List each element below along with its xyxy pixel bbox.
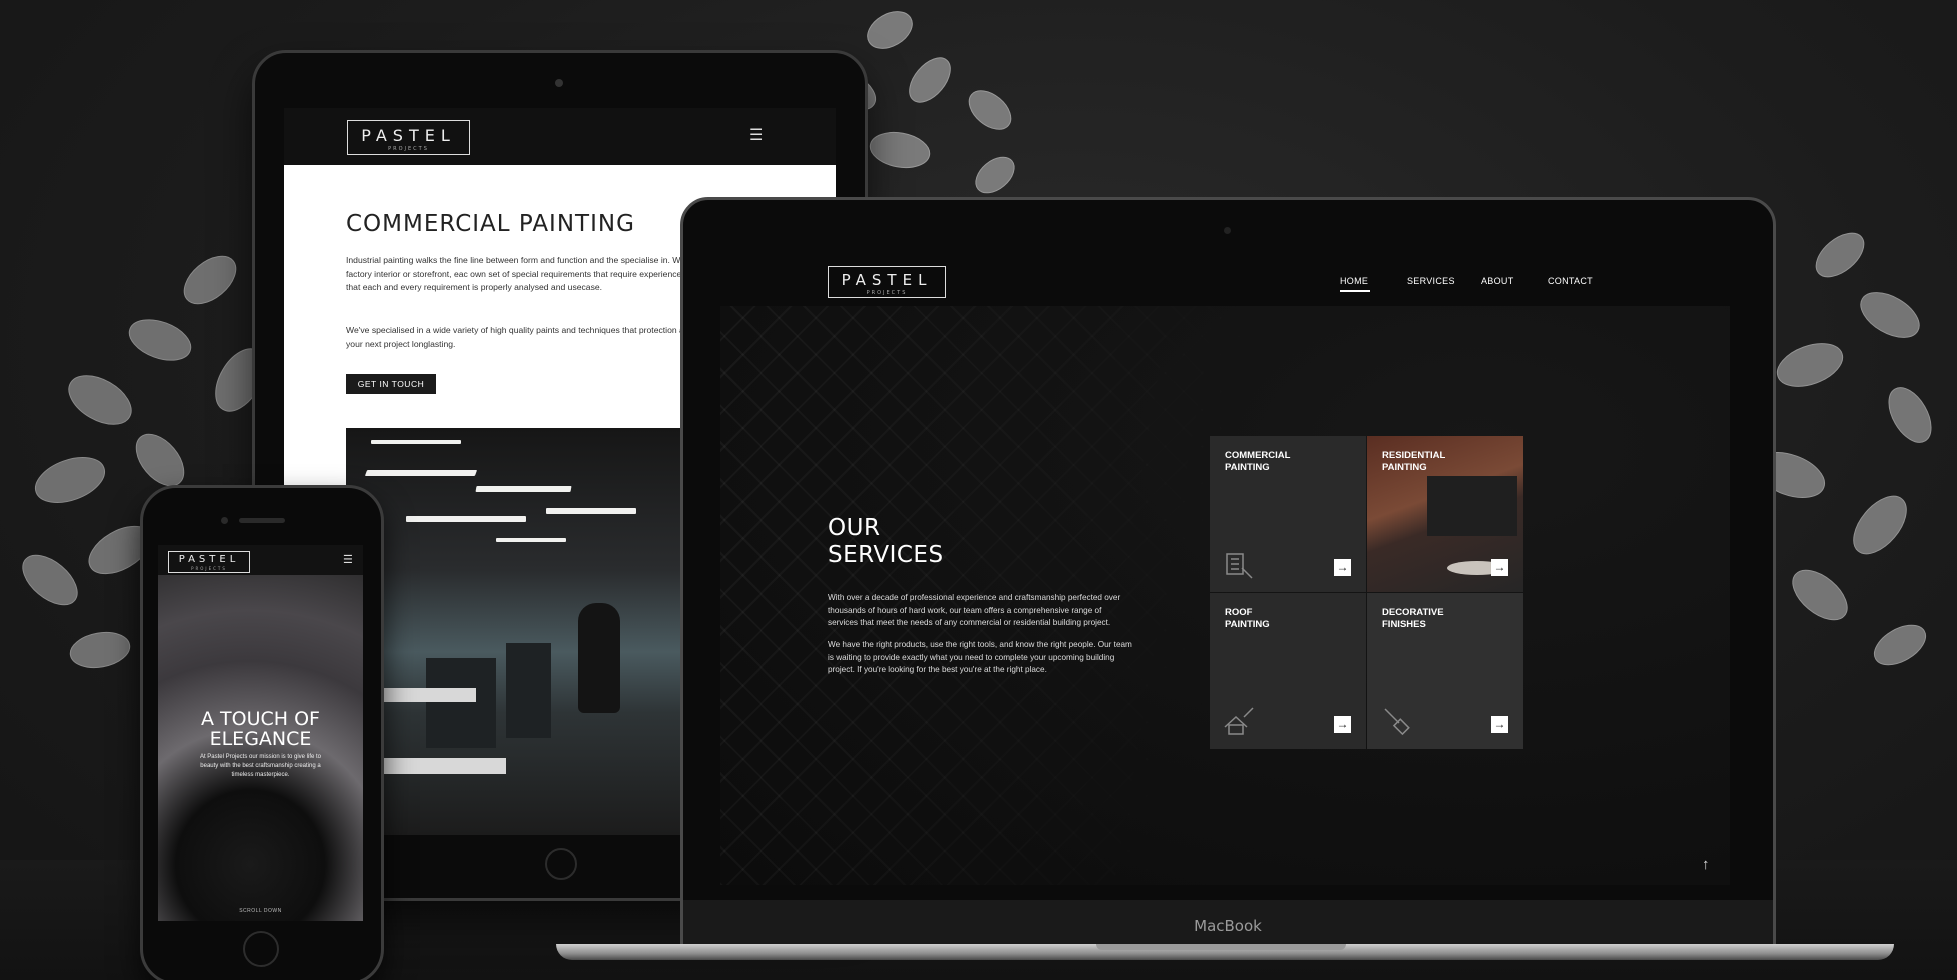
phone-logo[interactable]: PASTEL PROJECTS bbox=[168, 551, 250, 573]
phone-speaker bbox=[239, 518, 285, 523]
brush-icon bbox=[1384, 708, 1410, 736]
tile-residential-painting[interactable]: RESIDENTIAL PAINTING → bbox=[1367, 436, 1523, 592]
ceiling-light bbox=[475, 486, 572, 492]
laptop-brand-label: MacBook bbox=[1194, 917, 1262, 935]
services-heading: OUR SERVICES bbox=[828, 515, 944, 569]
tablet-logo-text: PASTEL bbox=[361, 126, 456, 145]
ceiling-light bbox=[546, 508, 636, 514]
laptop-notch bbox=[1096, 944, 1346, 950]
scroll-down-link[interactable]: SCROLL DOWN bbox=[158, 908, 363, 914]
laptop-logo[interactable]: PASTEL PROJECTS bbox=[828, 266, 946, 298]
ceiling-light bbox=[496, 538, 566, 542]
phone-screen: PASTEL PROJECTS ☰ A TOUCH OF ELEGANCE At… bbox=[158, 545, 363, 921]
nav-services[interactable]: SERVICES bbox=[1407, 276, 1455, 286]
get-in-touch-button[interactable]: GET IN TOUCH bbox=[346, 374, 436, 394]
services-paragraph-2: We have the right products, use the righ… bbox=[828, 640, 1132, 674]
tablet-home-button[interactable] bbox=[545, 848, 577, 880]
tablet-camera bbox=[555, 79, 563, 87]
services-heading-line2: SERVICES bbox=[828, 542, 944, 568]
office-partition bbox=[506, 643, 551, 738]
device-mockup-scene: PASTEL PROJECTS ☰ COMMERCIAL PAINTING In… bbox=[0, 0, 1957, 980]
nav-contact[interactable]: CONTACT bbox=[1548, 276, 1593, 286]
tablet-logo-subtext: PROJECTS bbox=[388, 146, 429, 152]
laptop-camera bbox=[1224, 227, 1231, 234]
services-heading-line1: OUR bbox=[828, 515, 881, 541]
services-paragraph-1: With over a decade of professional exper… bbox=[828, 593, 1121, 627]
roof-brush-icon bbox=[1224, 707, 1254, 735]
tablet-header: PASTEL PROJECTS ☰ bbox=[284, 108, 836, 165]
tablet-logo[interactable]: PASTEL PROJECTS bbox=[347, 120, 470, 155]
ceiling-light bbox=[364, 470, 478, 476]
laptop-logo-subtext: PROJECTS bbox=[866, 290, 908, 296]
ceiling-light bbox=[406, 516, 526, 522]
phone-header: PASTEL PROJECTS ☰ bbox=[158, 545, 363, 575]
laptop-screen: PASTEL PROJECTS HOME SERVICES ABOUT CONT… bbox=[720, 256, 1730, 885]
tile-label: COMMERCIAL PAINTING bbox=[1225, 450, 1291, 473]
hamburger-icon[interactable]: ☰ bbox=[749, 128, 763, 144]
phone-camera bbox=[221, 517, 228, 524]
laptop-base bbox=[556, 944, 1894, 960]
arrow-right-icon[interactable]: → bbox=[1491, 559, 1508, 576]
tile-decorative-finishes[interactable]: DECORATIVE FINISHES → bbox=[1367, 593, 1523, 749]
walking-person bbox=[578, 603, 620, 713]
tile-roof-painting[interactable]: ROOF PAINTING → bbox=[1210, 593, 1366, 749]
tile-commercial-painting[interactable]: COMMERCIAL PAINTING → bbox=[1210, 436, 1366, 592]
tile-label: ROOF PAINTING bbox=[1225, 607, 1270, 630]
laptop-header: PASTEL PROJECTS HOME SERVICES ABOUT CONT… bbox=[720, 256, 1730, 306]
arrow-right-icon[interactable]: → bbox=[1491, 716, 1508, 733]
phone-device: PASTEL PROJECTS ☰ A TOUCH OF ELEGANCE At… bbox=[140, 485, 384, 980]
building-icon bbox=[1226, 553, 1253, 579]
phone-logo-subtext: PROJECTS bbox=[191, 566, 227, 571]
nav-about[interactable]: ABOUT bbox=[1481, 276, 1514, 286]
kitchen-cabinets-photo bbox=[1427, 476, 1517, 536]
hamburger-icon[interactable]: ☰ bbox=[343, 555, 353, 566]
ceiling-light bbox=[371, 440, 461, 444]
laptop-logo-text: PASTEL bbox=[841, 271, 933, 289]
laptop-device: PASTEL PROJECTS HOME SERVICES ABOUT CONT… bbox=[680, 197, 1776, 950]
office-partition bbox=[426, 658, 496, 748]
tablet-page-title: COMMERCIAL PAINTING bbox=[346, 211, 635, 237]
arrow-up-icon[interactable]: ↑ bbox=[1702, 856, 1710, 873]
phone-headline: A TOUCH OF ELEGANCE bbox=[201, 708, 320, 750]
phone-home-button[interactable] bbox=[243, 931, 279, 967]
nav-home[interactable]: HOME bbox=[1340, 276, 1370, 292]
arrow-right-icon[interactable]: → bbox=[1334, 716, 1351, 733]
tile-label: DECORATIVE FINISHES bbox=[1382, 607, 1444, 630]
phone-intro-text: At Pastel Projects our mission is to giv… bbox=[199, 754, 322, 778]
services-grid: COMMERCIAL PAINTING → RESIDENTIAL PAINTI… bbox=[1210, 436, 1523, 749]
arrow-right-icon[interactable]: → bbox=[1334, 559, 1351, 576]
phone-logo-text: PASTEL bbox=[178, 554, 240, 565]
tile-label: RESIDENTIAL PAINTING bbox=[1382, 450, 1446, 473]
